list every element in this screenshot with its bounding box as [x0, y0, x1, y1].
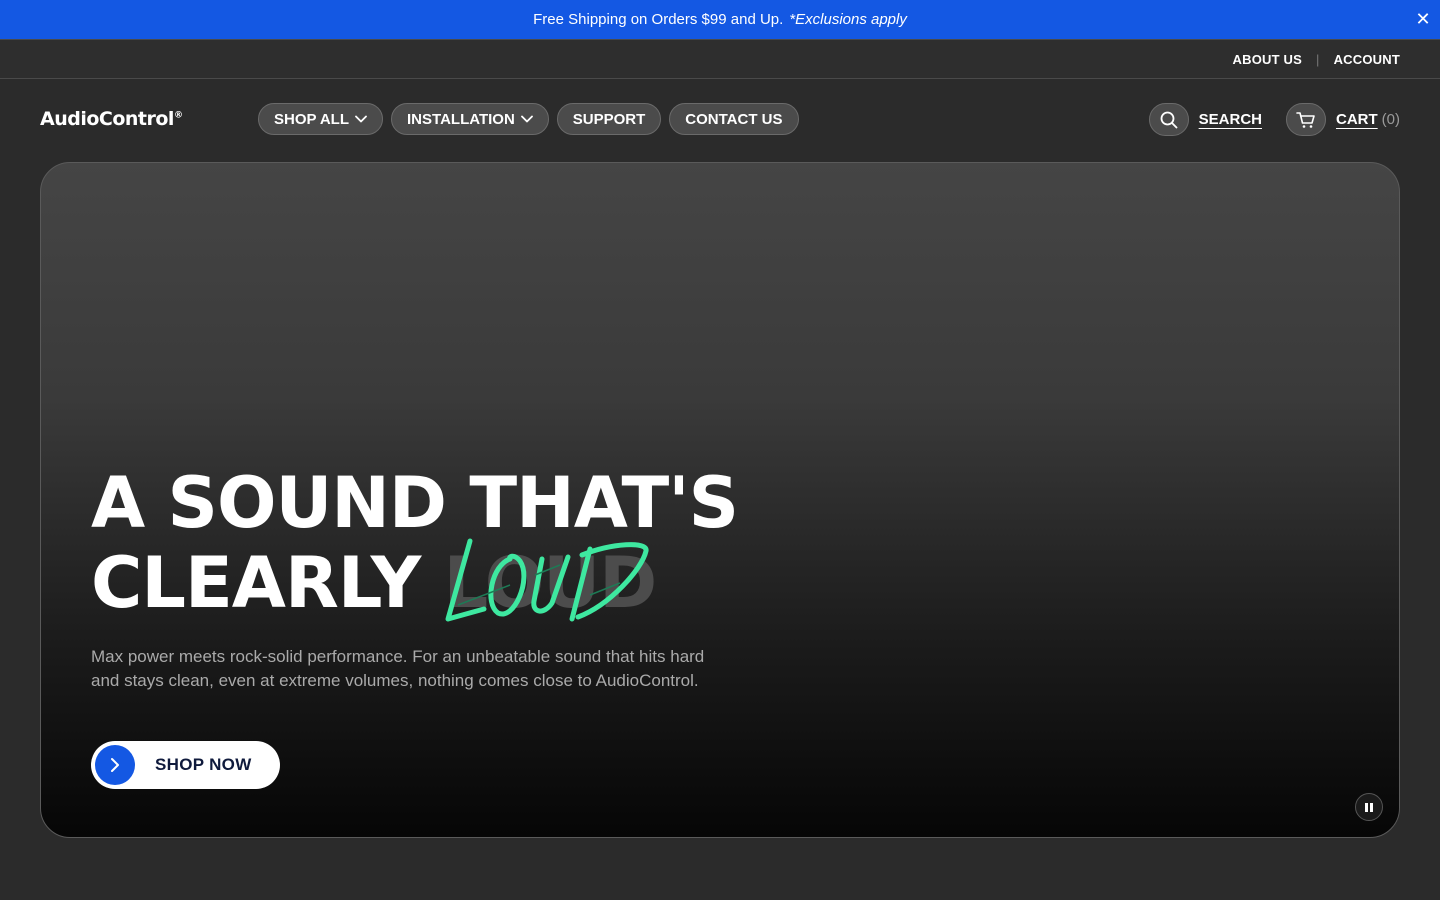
chevron-right-icon: [111, 758, 119, 772]
logo-text: AudioControl: [40, 108, 174, 130]
chevron-down-icon: [520, 115, 533, 123]
headline-line-1: A SOUND THAT'S: [91, 462, 739, 544]
nav-shop-all[interactable]: SHOP ALL: [258, 103, 384, 135]
cart-button[interactable]: [1285, 103, 1326, 136]
headline-line-2: CLEARLY LOUD: [91, 538, 738, 624]
headline-clearly: CLEARLY: [91, 542, 421, 624]
nav-support[interactable]: SUPPORT: [556, 103, 662, 135]
nav-shop-all-label: SHOP ALL: [274, 110, 350, 128]
header-tools: SEARCH CART (0): [1148, 103, 1400, 136]
main-nav: SHOP ALL INSTALLATION SUPPORT CONTACT US: [258, 103, 799, 135]
chevron-down-icon: [355, 115, 367, 123]
account-link[interactable]: ACCOUNT: [1334, 52, 1400, 67]
utility-nav: ABOUT US | ACCOUNT: [0, 39, 1440, 79]
logo-registered-mark: ®: [173, 110, 183, 121]
hero-banner: A SOUND THAT'S CLEARLY LOUD Max power me: [40, 162, 1400, 838]
hero-subtext: Max power meets rock-solid performance. …: [91, 647, 705, 690]
cart-count: (0): [1381, 111, 1400, 128]
pause-button[interactable]: [1355, 793, 1383, 821]
announcement-note: *Exclusions apply: [789, 11, 907, 28]
utility-separator: |: [1316, 51, 1320, 67]
logo[interactable]: AudioControl®: [40, 108, 183, 130]
loud-word: LOUD: [444, 538, 657, 623]
site-header: AudioControl® SHOP ALL INSTALLATION SUPP…: [0, 80, 1440, 160]
pause-icon: [1365, 802, 1373, 812]
shop-now-label: SHOP NOW: [155, 755, 252, 774]
loud-script-graphic: [445, 538, 649, 622]
shop-now-button[interactable]: SHOP NOW: [91, 741, 280, 789]
nav-contact-us-label: CONTACT US: [685, 110, 783, 128]
cta-circle: [95, 745, 135, 785]
nav-support-label: SUPPORT: [572, 110, 646, 128]
search-link[interactable]: SEARCH: [1199, 111, 1262, 128]
close-icon[interactable]: ✕: [1412, 8, 1434, 30]
announcement-bar: Free Shipping on Orders $99 and Up. *Exc…: [0, 0, 1440, 39]
nav-installation[interactable]: INSTALLATION: [391, 103, 549, 135]
nav-contact-us[interactable]: CONTACT US: [669, 103, 799, 135]
cart-link[interactable]: CART: [1336, 111, 1378, 128]
search-icon: [1160, 111, 1178, 128]
announcement-text: Free Shipping on Orders $99 and Up.: [533, 11, 784, 28]
nav-installation-label: INSTALLATION: [407, 110, 515, 128]
hero-headline: A SOUND THAT'S CLEARLY LOUD: [91, 462, 739, 624]
search-button[interactable]: [1148, 103, 1189, 136]
about-us-link[interactable]: ABOUT US: [1233, 52, 1303, 67]
cart-icon: [1296, 111, 1315, 128]
